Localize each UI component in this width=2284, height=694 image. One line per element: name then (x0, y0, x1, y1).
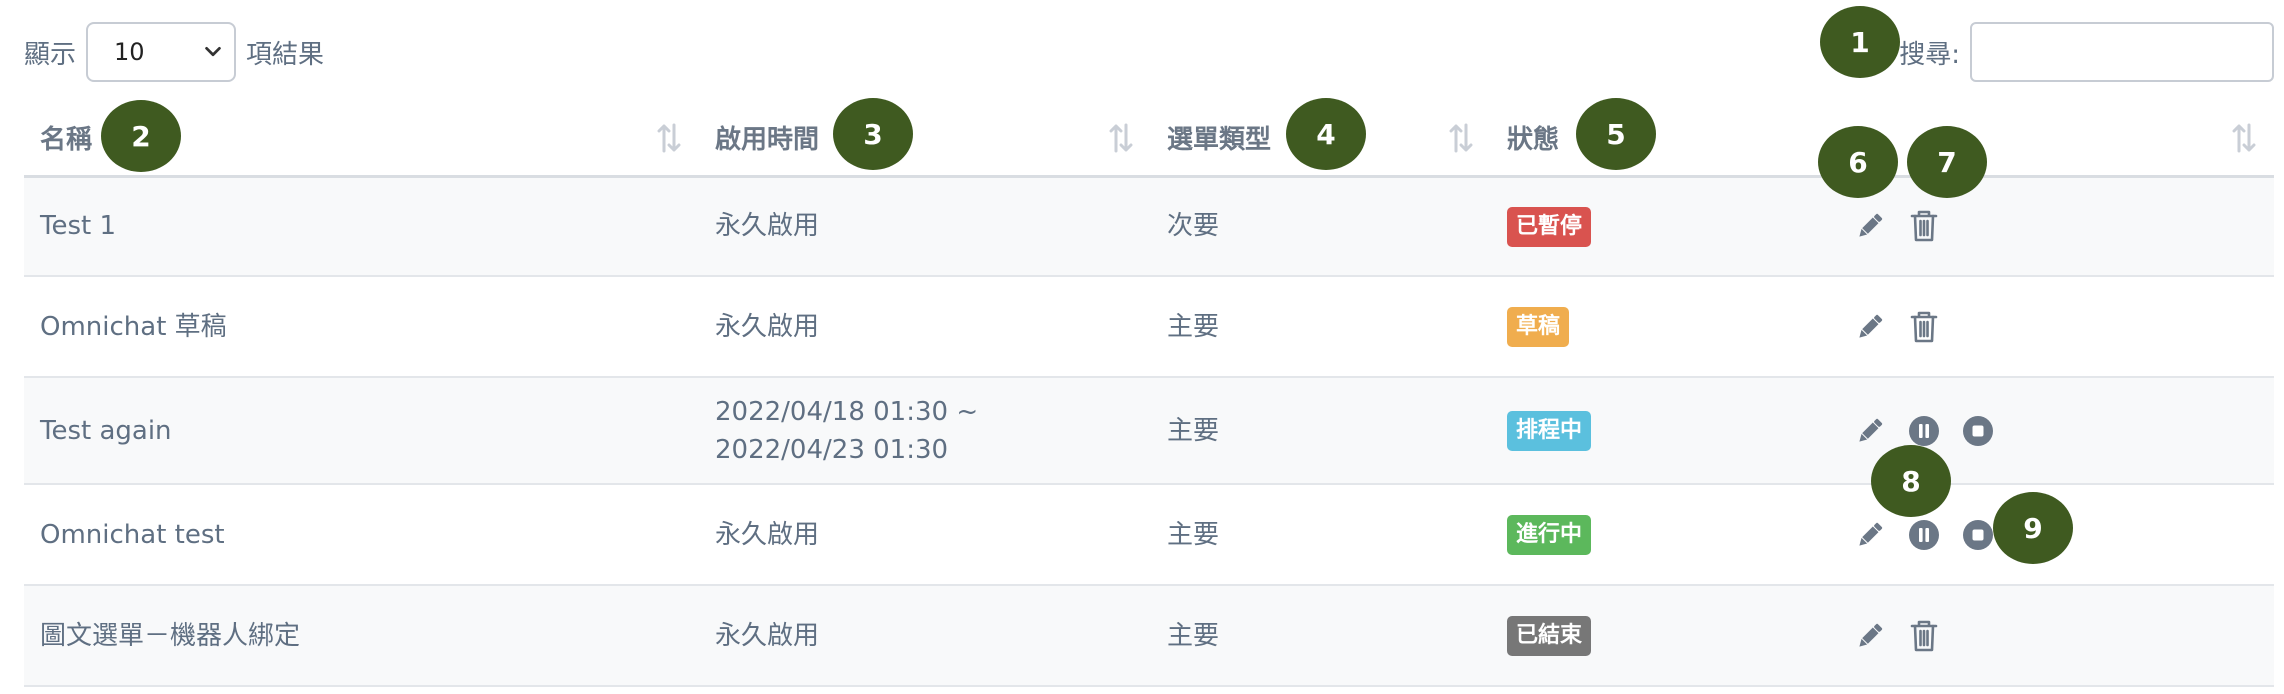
annotation-marker-3: 3 (833, 98, 913, 170)
cell-time: 永久啟用 (699, 176, 1151, 277)
column-header-label: 選單類型 (1167, 124, 1272, 155)
column-header-status[interactable]: 狀態 (1491, 100, 1827, 178)
sort-icon (657, 123, 681, 153)
cell-type: 次要 (1151, 176, 1491, 277)
pause-button[interactable] (1907, 413, 1941, 449)
sort-icon (1109, 123, 1133, 153)
edit-button[interactable] (1853, 309, 1887, 345)
chevron-down-icon (205, 46, 221, 57)
trash-icon (1910, 311, 1938, 342)
cell-status: 排程中 (1491, 377, 1827, 485)
page-length-value: 10 (114, 38, 145, 66)
cell-time: 永久啟用 (699, 585, 1151, 687)
status-badge: 已結束 (1507, 616, 1592, 656)
cell-type: 主要 (1151, 377, 1491, 485)
cell-name: Omnichat 草稿 (24, 276, 699, 378)
pencil-icon (1859, 314, 1883, 338)
sort-icon (2232, 123, 2256, 153)
delete-button[interactable] (1907, 618, 1941, 654)
status-badge: 排程中 (1507, 411, 1592, 451)
annotation-marker-6: 6 (1818, 126, 1898, 198)
cell-time: 永久啟用 (699, 484, 1151, 586)
stop-icon (1963, 519, 1993, 550)
status-badge: 草稿 (1507, 307, 1570, 347)
annotation-marker-1: 1 (1820, 6, 1900, 78)
cell-status: 已暫停 (1491, 176, 1827, 277)
column-header-label: 狀態 (1507, 124, 1560, 155)
edit-button[interactable] (1853, 413, 1887, 449)
column-header-label: 名稱 (40, 124, 93, 155)
cell-time: 永久啟用 (699, 276, 1151, 378)
cell-actions (1827, 585, 2274, 687)
cell-name: Test again (24, 377, 699, 485)
pause-icon (1909, 415, 1939, 446)
search-label: 搜尋: (1899, 39, 1960, 70)
search-box: 搜尋: (1899, 22, 2274, 82)
annotation-marker-4: 4 (1286, 98, 1366, 170)
edit-button[interactable] (1853, 618, 1887, 654)
cell-status: 進行中 (1491, 484, 1827, 586)
cell-name: Test 1 (24, 176, 699, 277)
annotation-marker-5: 5 (1576, 98, 1656, 170)
stop-button[interactable] (1961, 517, 1995, 553)
status-badge: 已暫停 (1507, 206, 1592, 247)
pause-button[interactable] (1907, 517, 1941, 553)
trash-icon (1910, 210, 1938, 242)
cell-time: 2022/04/18 01:30 ~ 2022/04/23 01:30 (699, 377, 1151, 485)
cell-type: 主要 (1151, 276, 1491, 378)
pencil-icon (1859, 418, 1883, 442)
cell-status: 已結束 (1491, 585, 1827, 687)
annotation-marker-9: 9 (1993, 492, 2073, 564)
pencil-icon (1859, 623, 1883, 647)
table-row: Omnichat 草稿 永久啟用 主要 草稿 (24, 276, 2274, 378)
trash-icon (1910, 620, 1938, 651)
column-header-time[interactable]: 啟用時間 (699, 100, 1151, 178)
table-row: 圖文選單－機器人綁定 永久啟用 主要 已結束 (24, 585, 2274, 687)
annotation-marker-2: 2 (101, 100, 181, 172)
column-header-label: 啟用時間 (715, 124, 820, 155)
length-prefix: 顯示 (24, 39, 77, 70)
pencil-icon (1859, 522, 1883, 546)
stop-icon (1963, 415, 1993, 446)
length-menu: 顯示 10 項結果 (24, 22, 324, 82)
search-input[interactable] (1970, 22, 2274, 82)
delete-button[interactable] (1907, 309, 1941, 345)
pencil-icon (1859, 214, 1883, 237)
edit-button[interactable] (1853, 208, 1887, 244)
page-length-select[interactable]: 10 (86, 22, 237, 82)
sort-icon (1449, 123, 1473, 153)
annotation-marker-8: 8 (1871, 445, 1951, 517)
cell-name: Omnichat test (24, 484, 699, 586)
delete-button[interactable] (1907, 208, 1941, 244)
length-suffix: 項結果 (246, 39, 325, 70)
cell-actions (1827, 276, 2274, 378)
cell-status: 草稿 (1491, 276, 1827, 378)
cell-type: 主要 (1151, 585, 1491, 687)
pause-icon (1909, 519, 1939, 550)
annotation-marker-7: 7 (1907, 126, 1987, 198)
cell-type: 主要 (1151, 484, 1491, 586)
status-badge: 進行中 (1507, 515, 1592, 555)
cell-name: 圖文選單－機器人綁定 (24, 585, 699, 687)
stop-button[interactable] (1961, 413, 1995, 449)
cell-actions (1827, 176, 2274, 277)
edit-button[interactable] (1853, 517, 1887, 553)
